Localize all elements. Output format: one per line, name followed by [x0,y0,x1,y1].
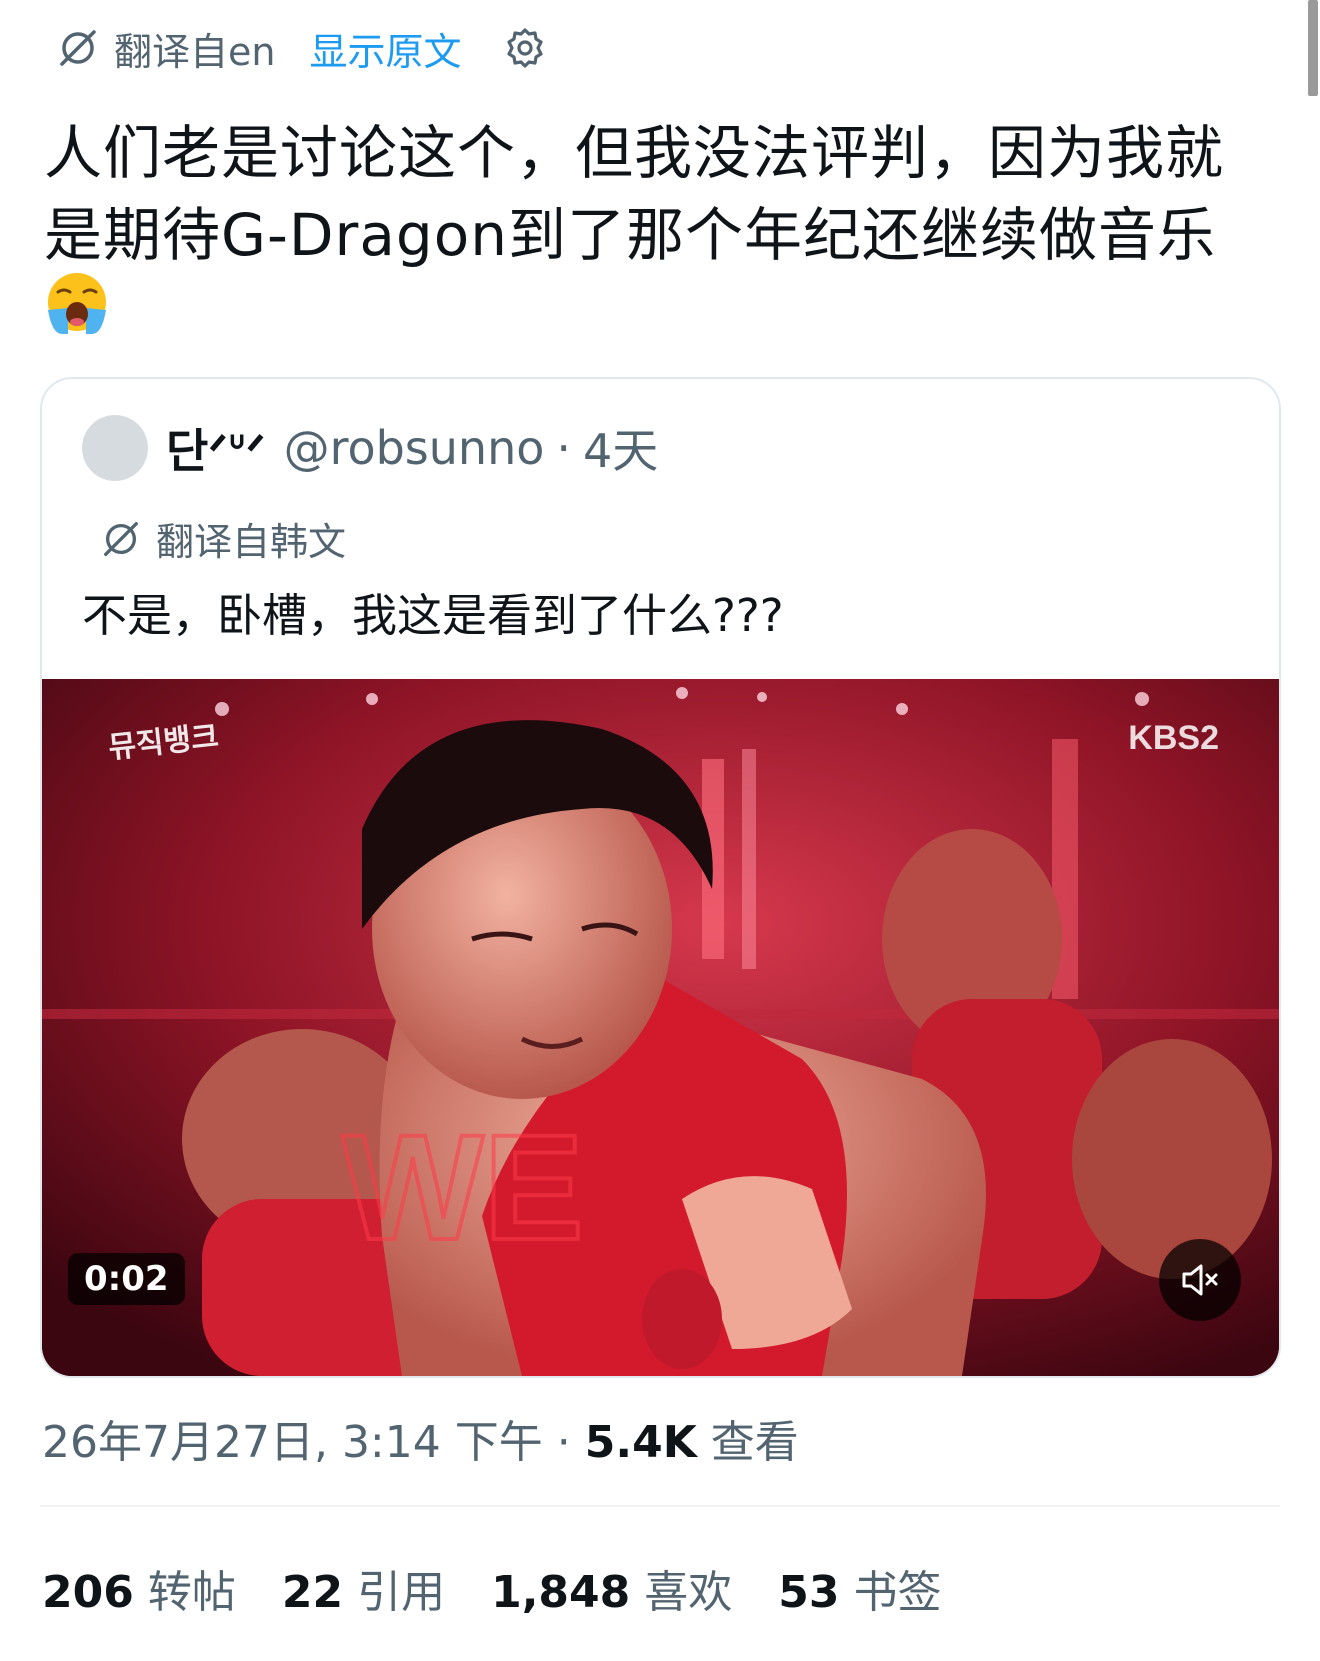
separator-dot: · [556,1417,571,1468]
video-player[interactable]: WE 뮤직뱅크 KBS2 0:02 [42,679,1279,1376]
video-duration: 0:02 [68,1253,185,1305]
quoted-handle[interactable]: @robsunno [284,421,545,475]
stat-label: 引用 [357,1567,446,1618]
likes-stat[interactable]: 1,848 喜欢 [491,1556,732,1620]
tweet-text-line: 人们老是讨论这个，但我没法评判，因为我就 [44,119,1225,187]
loudly-crying-face-emoji [48,273,106,334]
stat-label: 书签 [853,1567,942,1618]
views-count: 5.4K [584,1417,697,1468]
quoted-tweet-header: 단ᐟᐡᐟ @robsunno · 4天 [82,413,658,483]
svg-text:WE: WE [342,1103,584,1271]
tweet-datetime[interactable]: 26年7月27日, 3:14 下午 [42,1417,543,1468]
quoted-tweet-card[interactable]: 단ᐟᐡᐟ @robsunno · 4天 翻译自韩文 不是，卧槽，我这是看到了什么… [40,377,1281,1378]
translate-icon [104,521,138,556]
scrollbar-thumb[interactable] [1308,0,1318,96]
quotes-stat[interactable]: 22 引用 [282,1556,445,1620]
stat-count: 1,848 [491,1567,631,1618]
stat-label: 喜欢 [644,1567,733,1618]
translated-from-label: 翻译自en [114,29,276,74]
broadcaster-logo: KBS2 [1128,719,1219,757]
stat-count: 206 [42,1567,134,1618]
bookmarks-stat[interactable]: 53 书签 [778,1556,941,1620]
divider [40,1505,1280,1507]
views-label: 查看 [710,1417,799,1468]
quoted-translate-bar: 翻译自韩文 [100,511,346,566]
tweet-meta: 26年7月27日, 3:14 下午 · 5.4K 查看 [42,1406,799,1470]
tweet-text-line: 是期待G-Dragon到了那个年纪还继续做音乐 [44,201,1216,269]
video-frame: WE [42,679,1279,1376]
quoted-timestamp[interactable]: 4天 [583,415,658,481]
quoted-tweet-text: 不是，卧槽，我这是看到了什么??? [82,589,784,642]
stat-count: 53 [778,1567,840,1618]
mute-button[interactable] [1159,1239,1241,1321]
stat-label: 转帖 [147,1567,236,1618]
muted-speaker-icon [1182,1264,1218,1296]
show-original-link[interactable]: 显示原文 [309,21,461,76]
scrollbar[interactable] [1306,0,1320,1661]
tweet-text: 人们老是讨论这个，但我没法评判，因为我就 是期待G-Dragon到了那个年纪还继… [44,112,1274,276]
retweets-stat[interactable]: 206 转帖 [42,1556,236,1620]
translate-bar: 翻译自en 显示原文 [56,18,547,78]
translate-icon [60,30,96,66]
quoted-display-name[interactable]: 단ᐟᐡᐟ [166,415,266,481]
avatar[interactable] [82,415,148,481]
engagement-stats: 206 转帖 22 引用 1,848 喜欢 53 书签 [42,1556,988,1620]
stat-count: 22 [281,1567,344,1618]
quoted-translated-from-label: 翻译自韩文 [156,520,347,564]
tweet-detail-page: 翻译自en 显示原文 人们老是讨论这个，但我没法评判，因为我就 是期待G-Dra… [0,0,1320,1661]
gear-icon[interactable] [503,26,547,70]
separator-dot: · [556,421,572,475]
